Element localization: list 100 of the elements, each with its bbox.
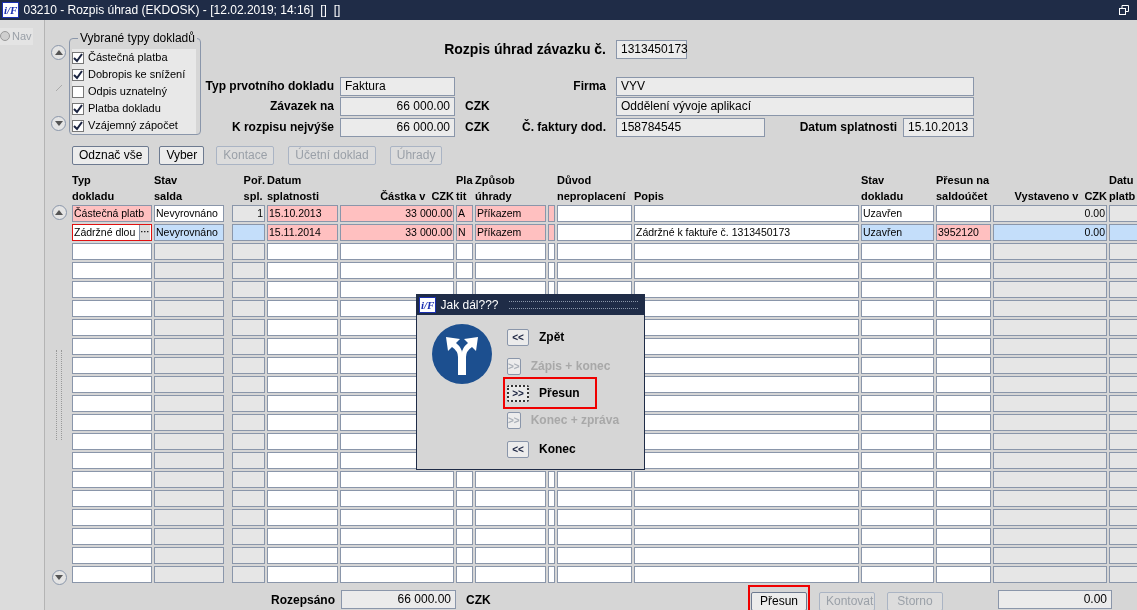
table-cell[interactable]	[548, 262, 555, 279]
table-cell[interactable]	[340, 281, 454, 298]
table-cell[interactable]	[1109, 262, 1137, 279]
table-cell[interactable]	[456, 471, 473, 488]
table-cell[interactable]	[232, 357, 265, 374]
table-cell[interactable]	[936, 547, 991, 564]
table-cell[interactable]	[475, 566, 546, 583]
table-cell[interactable]	[232, 414, 265, 431]
table-cell[interactable]	[154, 281, 224, 298]
table-cell[interactable]	[72, 262, 152, 279]
table-cell[interactable]	[267, 509, 338, 526]
table-cell[interactable]	[154, 262, 224, 279]
table-cell[interactable]	[456, 490, 473, 507]
table-cell[interactable]	[1109, 566, 1137, 583]
table-cell[interactable]	[154, 509, 224, 526]
table-cell[interactable]	[232, 566, 265, 583]
table-cell[interactable]	[232, 243, 265, 260]
option-button[interactable]: <<	[507, 328, 529, 346]
table-cell[interactable]	[154, 376, 224, 393]
table-cell[interactable]	[1109, 395, 1137, 412]
table-cell[interactable]	[1109, 205, 1137, 222]
table-cell[interactable]	[267, 395, 338, 412]
table-cell[interactable]	[993, 300, 1107, 317]
table-cell[interactable]	[456, 262, 473, 279]
table-cell[interactable]	[340, 262, 454, 279]
table-cell[interactable]	[557, 224, 632, 241]
table-cell[interactable]	[340, 528, 454, 545]
table-cell[interactable]	[557, 205, 632, 222]
table-cell[interactable]	[557, 528, 632, 545]
table-cell[interactable]	[548, 528, 555, 545]
table-cell[interactable]	[154, 452, 224, 469]
table-cell[interactable]	[557, 490, 632, 507]
table-cell[interactable]	[72, 395, 152, 412]
table-cell[interactable]	[1109, 509, 1137, 526]
table-cell[interactable]: Částečná platb	[72, 205, 152, 222]
table-cell[interactable]	[72, 471, 152, 488]
text-field[interactable]: 15.10.2013	[903, 117, 974, 137]
table-cell[interactable]	[232, 490, 265, 507]
table-cell[interactable]	[267, 357, 338, 374]
action-button[interactable]: Odznač vše	[72, 146, 150, 165]
table-cell[interactable]	[267, 433, 338, 450]
action-button[interactable]: Vyber	[159, 146, 205, 165]
table-cell[interactable]	[456, 243, 473, 260]
table-cell[interactable]	[936, 414, 991, 431]
table-cell[interactable]: Nevyrovnáno	[154, 205, 224, 222]
table-cell[interactable]	[861, 547, 934, 564]
table-cell[interactable]	[861, 452, 934, 469]
table-cell[interactable]	[1109, 528, 1137, 545]
option-button[interactable]: >>	[507, 384, 529, 402]
table-cell[interactable]	[548, 547, 555, 564]
table-cell[interactable]	[72, 490, 152, 507]
text-field[interactable]: 158784545	[616, 117, 765, 137]
table-cell[interactable]	[154, 319, 224, 336]
table-cell[interactable]	[548, 224, 555, 241]
table-cell[interactable]	[993, 566, 1107, 583]
table-cell[interactable]	[72, 357, 152, 374]
table-cell[interactable]	[340, 509, 454, 526]
table-cell[interactable]	[861, 319, 934, 336]
table-cell[interactable]	[936, 205, 991, 222]
table-cell[interactable]	[634, 243, 859, 260]
table-cell[interactable]	[993, 395, 1107, 412]
table-cell[interactable]	[557, 262, 632, 279]
table-cell[interactable]	[475, 509, 546, 526]
checkbox[interactable]	[72, 68, 84, 81]
table-cell[interactable]	[1109, 376, 1137, 393]
table-cell[interactable]	[936, 452, 991, 469]
table-cell[interactable]	[154, 357, 224, 374]
table-cell[interactable]	[557, 509, 632, 526]
table-cell[interactable]	[232, 224, 265, 241]
table-cell[interactable]	[861, 566, 934, 583]
table-cell[interactable]: Příkazem	[475, 224, 546, 241]
table-cell[interactable]	[267, 547, 338, 564]
table-cell[interactable]	[634, 281, 859, 298]
table-cell[interactable]	[456, 509, 473, 526]
table-cell[interactable]	[634, 262, 859, 279]
table-cell[interactable]	[936, 357, 991, 374]
table-cell[interactable]	[154, 395, 224, 412]
text-field[interactable]: VYV	[616, 76, 974, 96]
table-cell[interactable]	[456, 528, 473, 545]
checkbox-item[interactable]: Odpis uznatelný	[72, 83, 196, 100]
checkbox[interactable]	[72, 51, 84, 64]
table-cell[interactable]	[936, 471, 991, 488]
table-cell[interactable]	[154, 338, 224, 355]
restore-icon[interactable]	[1119, 5, 1129, 15]
table-cell[interactable]	[1109, 433, 1137, 450]
table-cell[interactable]	[154, 528, 224, 545]
table-cell[interactable]	[154, 433, 224, 450]
table-cell[interactable]	[993, 509, 1107, 526]
table-cell[interactable]	[1109, 547, 1137, 564]
table-cell[interactable]	[267, 262, 338, 279]
table-cell[interactable]	[861, 528, 934, 545]
table-cell[interactable]	[993, 319, 1107, 336]
table-cell[interactable]	[72, 452, 152, 469]
checkbox-item[interactable]: Dobropis ke snížení	[72, 66, 196, 83]
table-cell[interactable]	[72, 243, 152, 260]
table-cell[interactable]	[72, 528, 152, 545]
table-cell[interactable]	[267, 528, 338, 545]
table-cell[interactable]	[154, 471, 224, 488]
table-cell[interactable]	[232, 300, 265, 317]
table-cell[interactable]	[267, 566, 338, 583]
